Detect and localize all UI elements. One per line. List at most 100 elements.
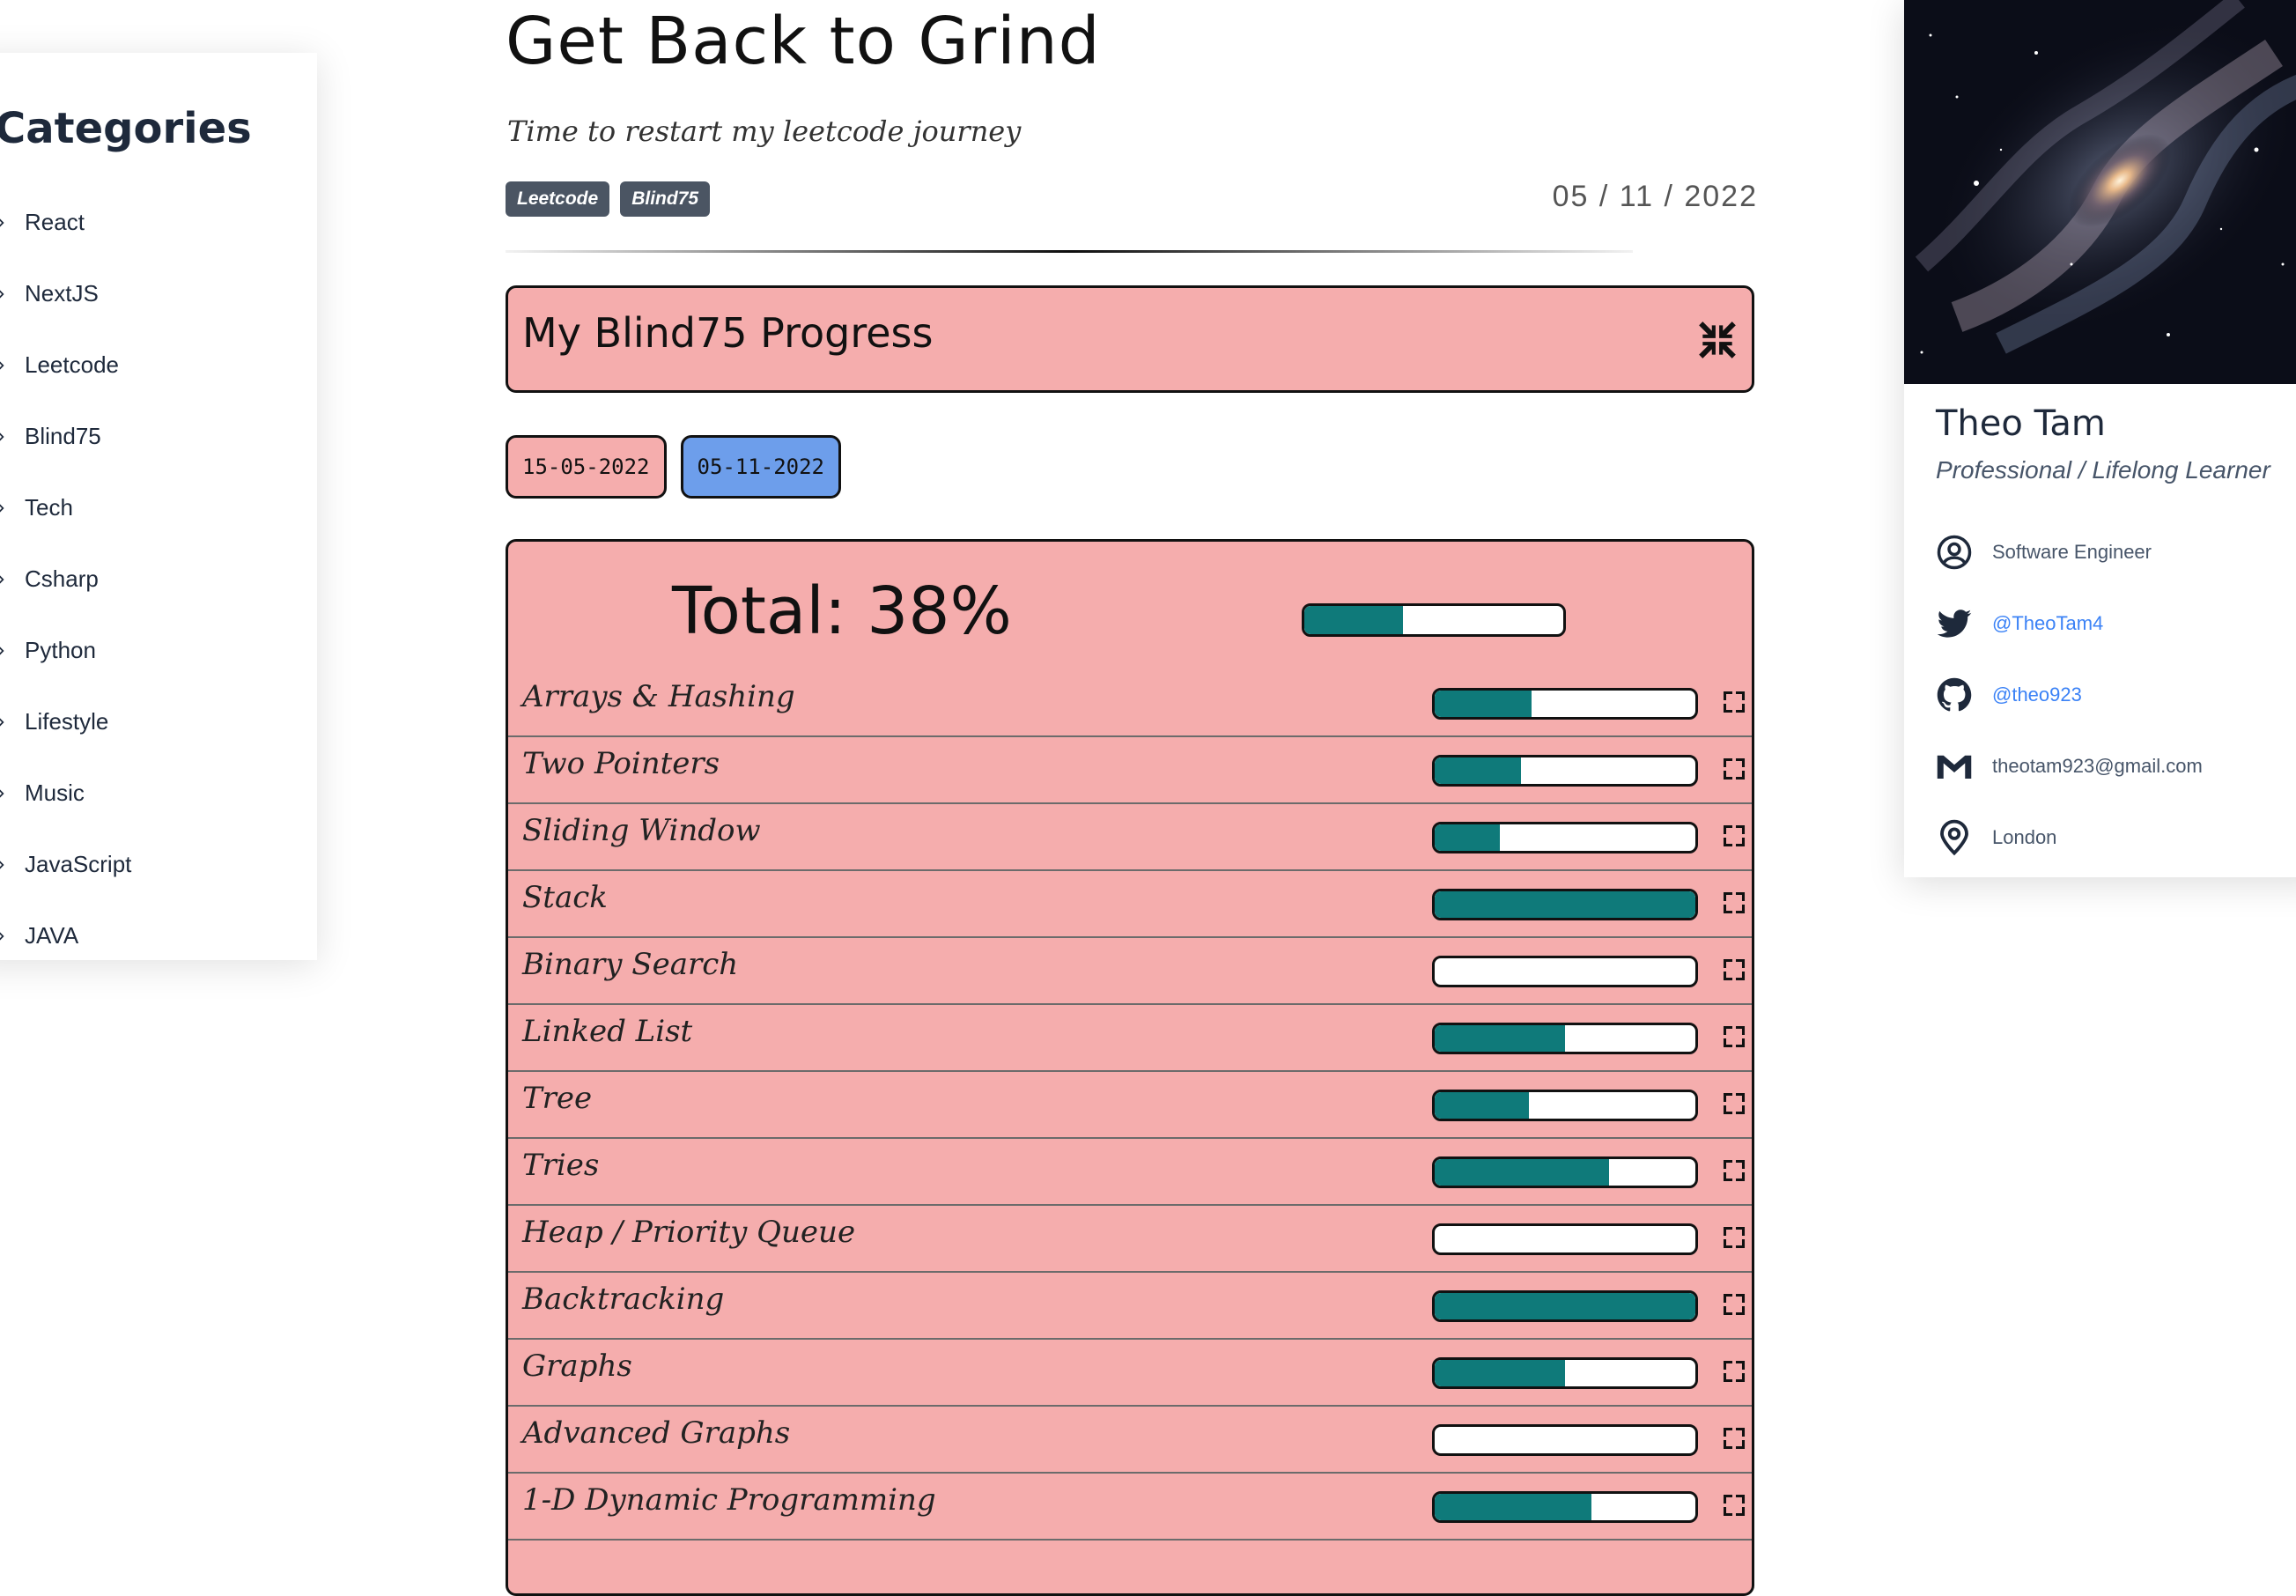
topic-list: Arrays & Hashing Two Pointers Sliding Wind… (508, 670, 1752, 1541)
contact-link[interactable]: @TheoTam4 (1992, 612, 2103, 635)
expand-icon[interactable] (1722, 1158, 1746, 1183)
topic-name: Tries (522, 1148, 600, 1183)
expand-icon[interactable] (1722, 1493, 1746, 1518)
expand-icon[interactable] (1722, 690, 1746, 714)
expand-icon[interactable] (1722, 1225, 1746, 1250)
category-item[interactable]: Python (0, 615, 131, 686)
category-item[interactable]: Leetcode (0, 329, 131, 401)
chevron-right-icon (0, 788, 4, 798)
category-item[interactable]: Tech (0, 472, 131, 543)
chevron-right-icon (0, 432, 4, 441)
topic-progress-fill (1435, 891, 1695, 918)
topic-progress-bar (1432, 1223, 1698, 1255)
date-tab[interactable]: 05-11-2022 (680, 435, 841, 499)
topic-progress-bar (1432, 1156, 1698, 1188)
profile-card: Theo Tam Professional / Lifelong Learner… (1904, 0, 2296, 877)
categories-panel: Categories React NextJS Leetcode Blind75 Tec… (0, 53, 317, 960)
tag-list: Leetcode Blind75 (506, 181, 711, 217)
expand-icon[interactable] (1722, 824, 1746, 848)
topic-progress-bar (1432, 1491, 1698, 1523)
topic-name: Graphs (522, 1348, 632, 1384)
category-item[interactable]: Csharp (0, 543, 131, 615)
topic-name: Sliding Window (522, 813, 761, 848)
category-label: JavaScript (25, 851, 132, 877)
profile-name: Theo Tam (1936, 403, 2106, 444)
total-label: Total: 38% (672, 573, 1012, 649)
category-item[interactable]: Music (0, 757, 131, 829)
date-tab[interactable]: 15-05-2022 (506, 435, 667, 499)
page-title: Get Back to Grind (506, 4, 1101, 79)
topic-row: Stack (508, 871, 1752, 938)
contact-list: Software Engineer @TheoTam4 @theo923 theota… (1936, 516, 2203, 873)
expand-icon[interactable] (1722, 1292, 1746, 1317)
gmail-icon (1937, 755, 1972, 779)
contact-item: @TheoTam4 (1936, 587, 2203, 659)
github-icon (1937, 677, 1972, 711)
tag-badge[interactable]: Leetcode (506, 181, 610, 217)
chevron-right-icon (0, 289, 4, 299)
category-item[interactable]: JavaScript (0, 829, 131, 900)
contact-text: theotam923@gmail.com (1992, 754, 2203, 777)
topic-row: Tries (508, 1139, 1752, 1206)
topic-name: Linked List (522, 1014, 693, 1049)
topic-progress-bar (1432, 822, 1698, 853)
category-label: React (25, 209, 85, 235)
chevron-right-icon (0, 218, 4, 227)
category-label: Lifestyle (25, 708, 109, 735)
expand-icon[interactable] (1722, 1024, 1746, 1049)
topic-progress-fill (1435, 1092, 1529, 1119)
chevron-right-icon (0, 717, 4, 727)
contact-item: theotam923@gmail.com (1936, 730, 2203, 802)
category-label: JAVA (25, 922, 79, 949)
profile-role: Professional / Lifelong Learner (1936, 456, 2270, 484)
topic-row: Arrays & Hashing (508, 670, 1752, 737)
topic-row: Linked List (508, 1005, 1752, 1072)
category-item[interactable]: NextJS (0, 258, 131, 329)
expand-icon[interactable] (1722, 957, 1746, 982)
topic-name: 1-D Dynamic Programming (522, 1482, 936, 1518)
category-item[interactable]: Blind75 (0, 401, 131, 472)
topic-progress-bar (1432, 1290, 1698, 1322)
category-item[interactable]: JAVA (0, 900, 131, 972)
chevron-right-icon (0, 503, 4, 513)
topic-progress-fill (1435, 1494, 1591, 1520)
topic-name: Heap / Priority Queue (522, 1215, 856, 1250)
topic-name: Two Pointers (522, 746, 720, 781)
divider (506, 250, 1633, 253)
contact-item: Software Engineer (1936, 516, 2203, 587)
tag-badge[interactable]: Blind75 (620, 181, 711, 217)
category-label: Tech (25, 494, 73, 521)
contact-text: Software Engineer (1992, 540, 2152, 563)
expand-icon[interactable] (1722, 1091, 1746, 1116)
topic-progress-bar (1432, 755, 1698, 787)
topic-name: Binary Search (522, 947, 739, 982)
categories-title: Categories (0, 104, 252, 153)
collapse-arrows-icon[interactable] (1695, 318, 1739, 362)
contact-link[interactable]: @theo923 (1992, 683, 2082, 706)
expand-icon[interactable] (1722, 757, 1746, 781)
category-label: Music (25, 780, 85, 806)
chevron-right-icon (0, 646, 4, 655)
topic-progress-fill (1435, 824, 1500, 851)
chevron-right-icon (0, 931, 4, 941)
topic-progress-fill (1435, 757, 1521, 784)
total-progress-fill (1304, 606, 1403, 634)
category-label: Leetcode (25, 351, 119, 378)
expand-icon[interactable] (1722, 1359, 1746, 1384)
expand-icon[interactable] (1722, 1426, 1746, 1451)
expand-icon[interactable] (1722, 890, 1746, 915)
topic-progress-fill (1435, 691, 1532, 717)
post-date: 05 / 11 / 2022 (1552, 180, 1758, 213)
topic-progress-fill (1435, 1159, 1610, 1186)
topic-progress-bar (1432, 1090, 1698, 1121)
category-item[interactable]: Lifestyle (0, 686, 131, 757)
progress-card: Total: 38% Arrays & Hashing Two Pointers S… (506, 539, 1754, 1596)
topic-progress-bar (1432, 688, 1698, 720)
topic-row: Advanced Graphs (508, 1407, 1752, 1474)
category-label: Blind75 (25, 423, 101, 449)
topic-name: Stack (522, 880, 608, 915)
galaxy-image (1904, 0, 2296, 384)
category-item[interactable]: React (0, 187, 131, 258)
progress-collapse-header[interactable]: My Blind75 Progress (506, 285, 1754, 393)
topic-progress-bar (1432, 1023, 1698, 1054)
